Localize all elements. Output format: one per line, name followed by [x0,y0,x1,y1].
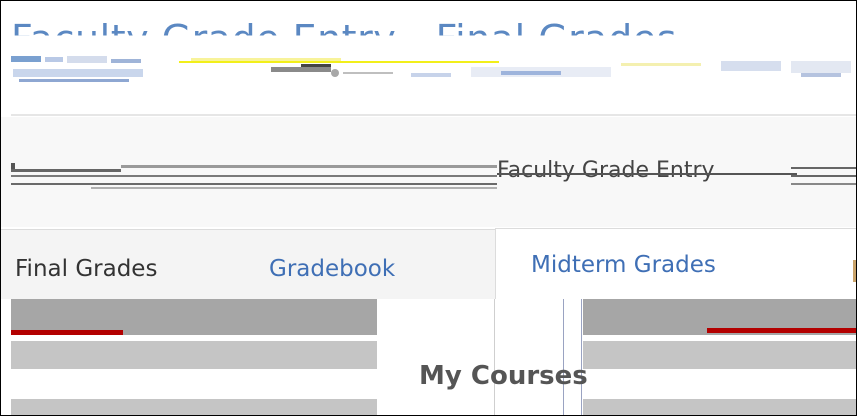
right-red-underline [707,328,856,333]
panel-divider-line [494,299,495,415]
header-glitch [271,67,331,72]
header-glitch [343,72,393,74]
breadcrumb-glitch [791,167,856,169]
breadcrumb-glitch [11,175,497,177]
courses-panel: My Courses [1,299,856,415]
header-glitch [45,57,63,62]
breadcrumb: Faculty Grade Entry [1,117,856,227]
breadcrumb-glitch [11,169,121,172]
breadcrumb-glitch [791,183,856,185]
tab-edge-marker [853,260,856,282]
panel-divider-line [581,299,582,415]
header-glitch [621,63,701,66]
page-header: Faculty Grade Entry - Final Grades [1,1,856,113]
left-red-underline [11,330,123,335]
header-glitch [179,61,499,63]
header-glitch [301,64,331,67]
tab-midterm-grades[interactable]: Midterm Grades [531,252,716,278]
left-glitch-block [11,341,377,369]
right-glitch-block [583,399,856,415]
header-glitch [721,61,781,71]
breadcrumb-glitch [91,187,497,189]
header-glitch [67,56,107,63]
breadcrumb-current: Faculty Grade Entry [497,158,715,183]
header-glitch [801,73,841,77]
header-glitch [411,73,451,77]
breadcrumb-glitch [121,165,497,168]
left-glitch-block [11,399,377,415]
breadcrumb-glitch [791,175,856,177]
tab-gradebook[interactable]: Gradebook [269,256,395,282]
section-title: My Courses [419,361,588,391]
header-divider [11,114,856,116]
app-window: Faculty Grade Entry - Final Grades Facul… [0,0,857,416]
header-glitch [19,79,129,82]
panel-divider-line [563,299,564,415]
breadcrumb-glitch [497,173,797,175]
breadcrumb-glitch [11,183,497,185]
header-glitch [501,71,561,75]
header-glitch [791,61,851,73]
tab-final-grades[interactable]: Final Grades [15,256,157,282]
header-glitch [191,58,341,61]
page-title: Faculty Grade Entry - Final Grades [11,17,677,61]
header-glitch [11,56,41,62]
header-glitch [331,69,339,77]
header-glitch [13,69,143,77]
header-glitch [111,59,141,63]
right-glitch-block [583,341,856,369]
tab-bar: Final Grades Gradebook Midterm Grades [1,228,856,303]
